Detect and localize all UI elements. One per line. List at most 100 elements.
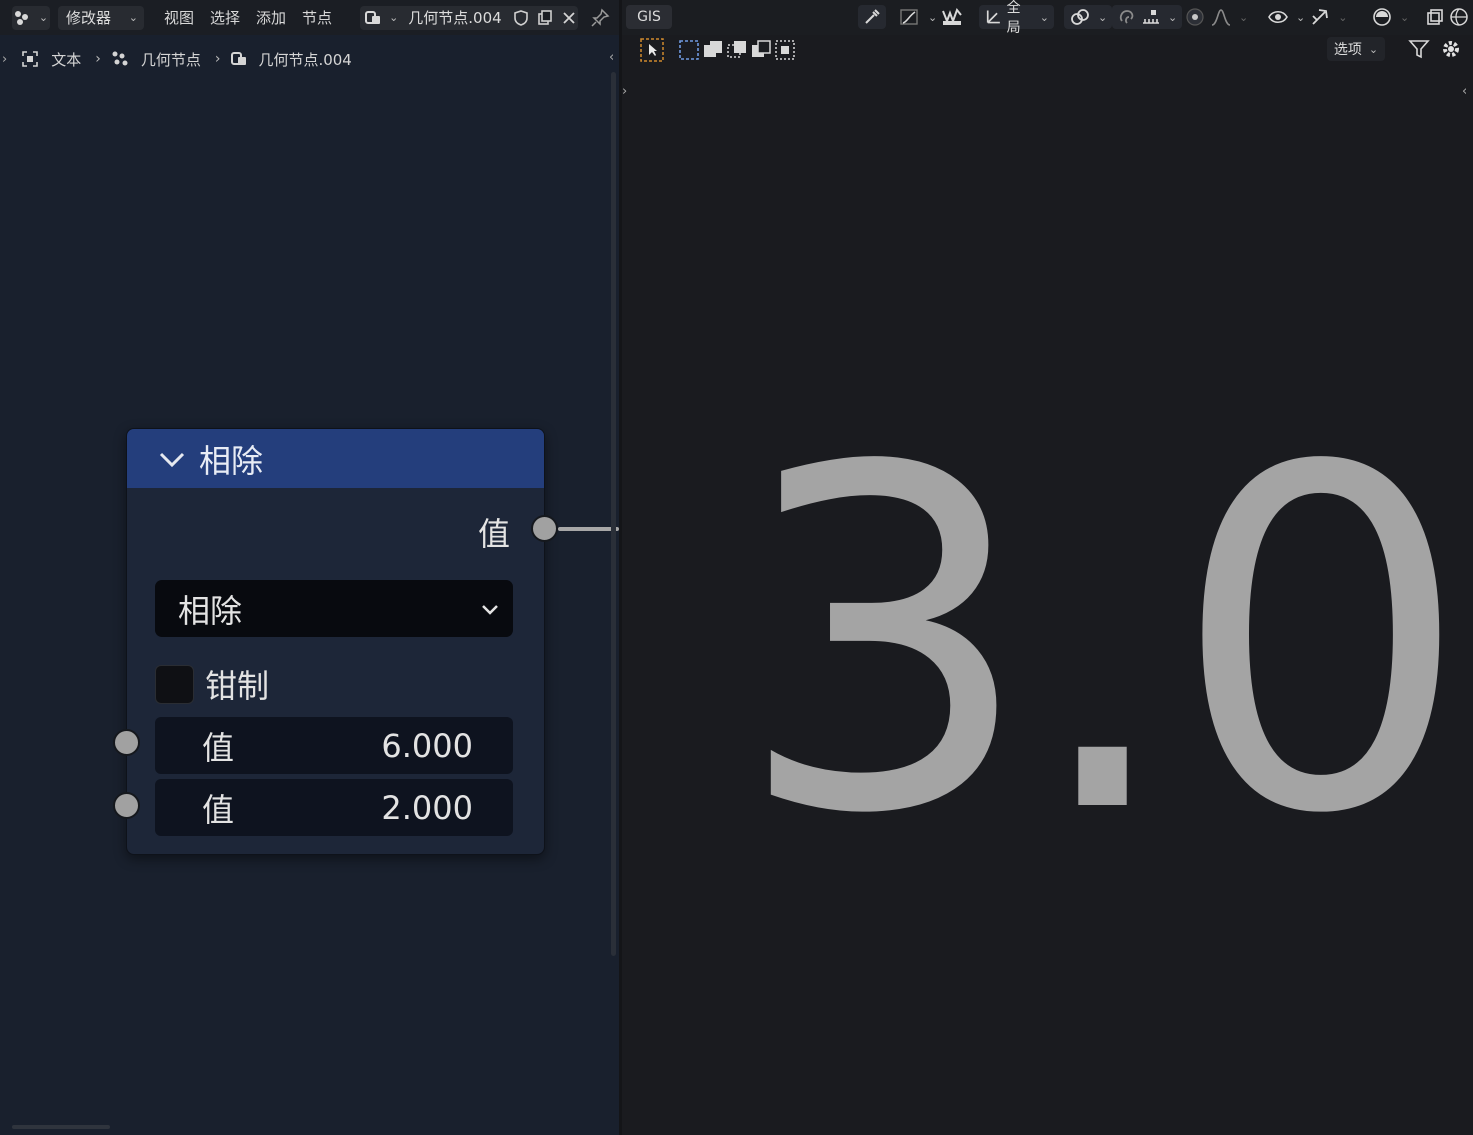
node-tree-icon [231, 52, 247, 65]
viewport-header: GIS ⌄ 全局 ⌄ ⌄ ⌄ ⌄ ⌄ ⌄ ⌄ 选项 ⌄ [622, 0, 1473, 62]
sidebar-toggle-arrow-icon[interactable]: ‹ [1462, 84, 1467, 99]
chevron-down-icon: ⌄ [128, 11, 138, 24]
xray-toggle-icon[interactable] [1425, 7, 1445, 27]
node-editor-header: ⌄ 修改器 ⌄ 视图 选择 添加 节点 ⌄ 几何节点.004 [0, 0, 619, 35]
value-number-2: 2.000 [381, 788, 473, 827]
transform-orientation-icon [986, 10, 1000, 24]
select-box-intersect-icon[interactable] [774, 39, 796, 61]
select-box-extend-icon[interactable] [702, 39, 724, 61]
breadcrumb-node-tree: 几何节点.004 [258, 50, 352, 69]
chevron-down-icon: ⌄ [1338, 10, 1348, 24]
chevron-down-icon: ⌄ [1239, 10, 1249, 24]
node-editor-icon [14, 10, 28, 25]
overlay-group[interactable]: ⌄ [1366, 5, 1473, 29]
output-label: 值 [477, 515, 510, 553]
menu-add[interactable]: 添加 [248, 6, 294, 30]
value-number-1: 6.000 [381, 726, 473, 765]
chevron-down-icon: ⌄ [1296, 10, 1306, 24]
operation-dropdown[interactable]: 相除 [155, 580, 513, 637]
text-object[interactable]: 3.0 [735, 408, 1470, 878]
pivot-point-icon[interactable] [1069, 7, 1091, 27]
select-box-new-icon[interactable] [678, 39, 700, 61]
menu-node[interactable]: 节点 [294, 6, 340, 30]
mode-dropdown[interactable]: 修改器 ⌄ [58, 5, 144, 30]
snap-magnet-icon[interactable] [1117, 7, 1137, 27]
viewport-shading-wireframe-icon[interactable] [1449, 7, 1469, 27]
gear-icon[interactable] [1440, 38, 1462, 60]
mode-label: 修改器 [66, 9, 112, 27]
gizmo-icon[interactable] [1309, 7, 1331, 27]
node-tree-icon [365, 10, 381, 24]
eyedropper-icon[interactable] [863, 8, 881, 26]
chevron-down-icon: ⌄ [1400, 10, 1410, 24]
select-box-invert-icon[interactable] [750, 39, 772, 61]
proportional-edit-group[interactable]: ⌄ [1179, 5, 1253, 29]
breadcrumb-object: 文本 [51, 50, 82, 69]
snap-increment-icon[interactable] [1141, 7, 1161, 27]
chevron-down-icon: ⌄ [928, 10, 938, 24]
menu-view[interactable]: 视图 [156, 6, 202, 30]
eyedropper-group[interactable] [858, 5, 886, 29]
chevron-down-icon: ⌄ [389, 11, 399, 24]
value-label-2: 值 [202, 790, 235, 829]
node-title: 相除 [199, 441, 264, 480]
value-label-1: 值 [202, 728, 235, 767]
object-text-icon [22, 51, 39, 67]
brush-icon[interactable] [941, 7, 963, 27]
fake-user-shield-icon[interactable] [512, 9, 530, 27]
falloff-sharp-icon[interactable] [1210, 7, 1232, 27]
duplicate-icon[interactable] [536, 9, 554, 27]
visibility-group[interactable]: ⌄ ⌄ [1262, 5, 1352, 29]
value-input-2[interactable]: 值 2.000 [155, 779, 513, 836]
eye-visibility-icon[interactable] [1267, 7, 1289, 27]
chevron-down-icon: ⌄ [1368, 42, 1379, 56]
selection-mode-row [640, 37, 796, 63]
breadcrumb: › 文本 › 几何节点 › 几何节点.004 [0, 44, 352, 74]
chevron-down-icon[interactable] [157, 444, 187, 474]
breadcrumb-separator-icon: › [214, 51, 221, 67]
close-icon[interactable] [562, 11, 576, 25]
chevron-down-icon: ⌄ [1039, 10, 1049, 24]
filter-icon[interactable] [1408, 38, 1430, 60]
viewport-area[interactable]: GIS ⌄ 全局 ⌄ ⌄ ⌄ ⌄ ⌄ ⌄ ⌄ 选项 ⌄ › ‹ 3.0 [622, 0, 1473, 1135]
select-tool-icon[interactable] [640, 38, 664, 62]
menu-select[interactable]: 选择 [202, 6, 248, 30]
output-socket[interactable] [531, 515, 558, 542]
transform-orientation-label: 全局 [1006, 0, 1021, 36]
options-dropdown[interactable]: 选项 ⌄ [1327, 37, 1385, 61]
editor-type-button[interactable]: ⌄ [12, 5, 50, 30]
pin-icon[interactable] [590, 8, 610, 28]
toolbar-toggle-arrow-icon[interactable]: › [622, 84, 627, 99]
datablock-name[interactable]: 几何节点.004 [408, 7, 501, 28]
node-header[interactable]: 相除 [127, 429, 544, 488]
transform-orientation-dropdown[interactable]: 全局 ⌄ [979, 0, 1054, 36]
value-input-1[interactable]: 值 6.000 [155, 717, 513, 774]
sidebar-toggle-arrow-icon[interactable]: ‹ [609, 50, 614, 65]
pivot-group[interactable]: ⌄ [1064, 5, 1113, 29]
math-node[interactable]: 相除 值 相除 钳制 值 6.000 值 2.000 [113, 428, 558, 855]
snap-group[interactable]: ⌄ [1112, 5, 1183, 29]
node-link [558, 527, 619, 531]
chevron-down-icon: ⌄ [1098, 10, 1108, 24]
geometry-nodes-modifier-icon [112, 51, 128, 66]
clamp-label: 钳制 [205, 667, 270, 705]
falloff-group[interactable]: ⌄ [894, 5, 968, 29]
expand-left-arrow-icon[interactable]: › [2, 52, 7, 67]
proportional-edit-icon[interactable] [1184, 6, 1206, 28]
falloff-curve-icon[interactable] [899, 8, 921, 26]
options-label: 选项 [1333, 42, 1362, 58]
select-box-subtract-icon[interactable] [726, 39, 748, 61]
operation-label: 相除 [178, 591, 243, 630]
vertical-scrollbar[interactable] [611, 72, 616, 956]
node-editor-area[interactable]: ⌄ 修改器 ⌄ 视图 选择 添加 节点 ⌄ 几何节点.004 › 文本 › 几何… [0, 0, 619, 1135]
horizontal-scrollbar[interactable] [12, 1125, 110, 1129]
chevron-down-icon [482, 605, 498, 615]
overlays-icon[interactable] [1371, 6, 1393, 28]
clamp-row[interactable]: 钳制 [155, 661, 269, 707]
input-socket-1[interactable] [113, 729, 140, 756]
clamp-checkbox[interactable] [155, 664, 194, 704]
chevron-down-icon: ⌄ [38, 11, 49, 24]
input-socket-2[interactable] [113, 792, 140, 819]
gis-menu-button[interactable]: GIS [626, 5, 672, 29]
datablock-selector[interactable]: ⌄ 几何节点.004 [360, 5, 579, 30]
